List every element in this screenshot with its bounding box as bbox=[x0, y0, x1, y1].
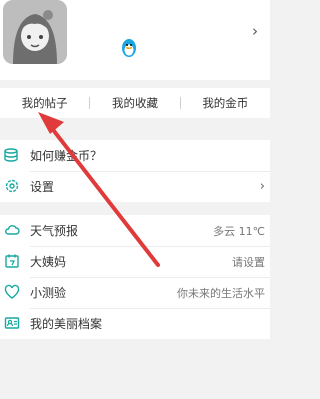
gear-icon bbox=[5, 179, 19, 193]
qq-penguin-icon[interactable] bbox=[120, 38, 138, 58]
profile-card-icon bbox=[4, 317, 20, 329]
calendar-icon bbox=[5, 254, 19, 268]
menu-item-earn-coins[interactable]: 如何赚金币？ bbox=[0, 140, 270, 171]
coins-icon bbox=[4, 148, 18, 162]
menu-item-label: 大姨妈 bbox=[30, 255, 67, 269]
menu-item-label: 天气预报 bbox=[30, 224, 79, 238]
profile-header[interactable]: › bbox=[0, 0, 270, 80]
menu-list: 如何赚金币？ 设置 › 天气预报 多云 11℃ 大姨妈 请设置 小测验 你未来的… bbox=[0, 140, 270, 339]
weather-value: 多云 11℃ bbox=[213, 224, 265, 238]
weather-icon bbox=[5, 225, 20, 235]
menu-item-quiz[interactable]: 小测验 你未来的生活水平 bbox=[0, 277, 270, 308]
quiz-value: 你未来的生活水平 bbox=[177, 286, 265, 300]
tab-my-favorites[interactable]: 我的收藏 bbox=[90, 95, 179, 111]
menu-item-label: 我的美丽档案 bbox=[30, 317, 103, 331]
avatar-illustration bbox=[3, 0, 67, 64]
chevron-right-icon: › bbox=[259, 179, 265, 194]
period-value: 请设置 bbox=[232, 255, 265, 269]
menu-item-period[interactable]: 大姨妈 请设置 bbox=[0, 246, 270, 277]
menu-item-label: 如何赚金币？ bbox=[30, 149, 103, 163]
tab-my-coins[interactable]: 我的金币 bbox=[181, 95, 270, 111]
chevron-right-icon[interactable]: › bbox=[252, 22, 258, 40]
heart-test-icon bbox=[4, 284, 20, 299]
menu-item-beauty-profile[interactable]: 我的美丽档案 bbox=[0, 308, 270, 339]
menu-item-label: 小测验 bbox=[30, 286, 67, 300]
account-tabs: 我的帖子 我的收藏 我的金币 bbox=[0, 88, 270, 118]
menu-item-settings[interactable]: 设置 › bbox=[0, 171, 270, 202]
avatar[interactable] bbox=[3, 0, 67, 64]
menu-item-weather[interactable]: 天气预报 多云 11℃ bbox=[0, 215, 270, 246]
menu-item-label: 设置 bbox=[30, 180, 55, 194]
section-gap bbox=[0, 202, 270, 215]
tab-my-posts[interactable]: 我的帖子 bbox=[0, 95, 89, 111]
